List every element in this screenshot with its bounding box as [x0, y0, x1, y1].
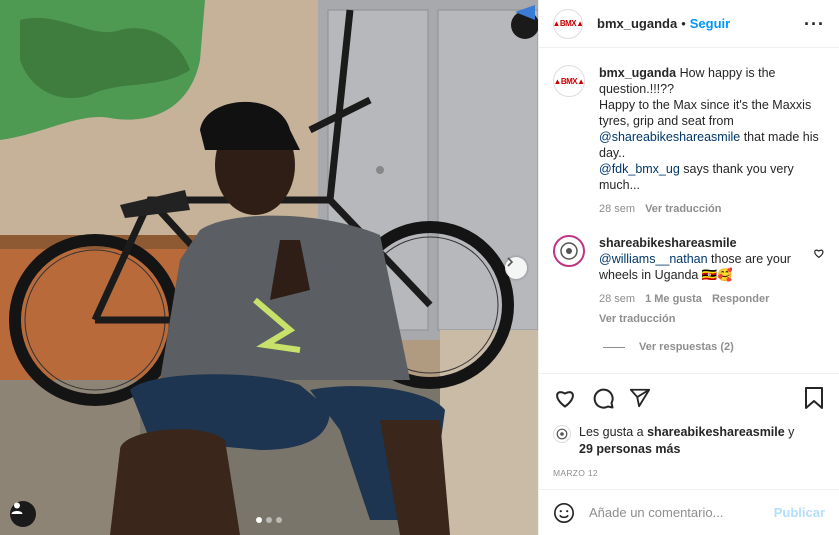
user-icon: [11, 502, 23, 514]
post-date[interactable]: MARZO 12: [553, 468, 825, 478]
heart-icon[interactable]: [553, 386, 577, 410]
carousel-next-button[interactable]: [505, 257, 527, 279]
caption: ▲BMX▲ bmx_uganda How happy is the questi…: [553, 65, 825, 217]
view-replies-button[interactable]: Ver respuestas (2): [603, 341, 825, 353]
carousel-dot: [256, 517, 262, 523]
comment-time: 28 sem: [599, 293, 636, 305]
commenter-username[interactable]: shareabikeshareasmile: [599, 236, 737, 250]
carousel-dot: [266, 517, 272, 523]
like-comment-heart-icon[interactable]: [813, 247, 825, 259]
bmx-logo: ▲BMX▲: [553, 76, 585, 86]
caption-meta: 28 sem Ver traducción: [599, 201, 819, 217]
author-username[interactable]: bmx_uganda: [597, 16, 677, 31]
caption-username[interactable]: bmx_uganda: [599, 66, 676, 80]
caption-avatar[interactable]: ▲BMX▲: [553, 65, 585, 97]
likes-prefix: Les gusta a: [579, 425, 648, 439]
chevron-right-icon: [507, 257, 514, 267]
follow-button[interactable]: Seguir: [690, 16, 730, 31]
liker-logo-icon: [556, 428, 568, 440]
photo-illustration: [0, 0, 538, 535]
reply-button[interactable]: Responder: [712, 291, 769, 307]
publish-button[interactable]: Publicar: [774, 505, 825, 520]
comment-icon[interactable]: [591, 386, 615, 410]
others-likes-link[interactable]: 29 personas más: [579, 442, 680, 456]
comment-text: shareabikeshareasmile @williams__nathan …: [599, 235, 813, 327]
likes-summary: Les gusta a shareabikeshareasmile y 29 p…: [553, 424, 825, 458]
comment-likes-link[interactable]: 1 Me gusta: [645, 291, 702, 307]
mention-link[interactable]: @williams__nathan: [599, 252, 708, 266]
action-icons: [553, 386, 825, 410]
post-photo[interactable]: [0, 0, 538, 535]
post-header: ▲BMX▲ bmx_uganda • Seguir ···: [539, 0, 839, 48]
likes-text: Les gusta a shareabikeshareasmile y 29 p…: [579, 424, 794, 458]
author-avatar[interactable]: ▲BMX▲: [553, 8, 583, 39]
commenter-avatar[interactable]: [553, 235, 585, 267]
liker-username[interactable]: shareabikeshareasmile: [647, 425, 785, 439]
comment-input[interactable]: Añade un comentario...: [589, 505, 774, 520]
comment-meta-2: Ver traducción: [599, 311, 813, 327]
post-actions: Les gusta a shareabikeshareasmile y 29 p…: [539, 373, 839, 478]
liker-avatar[interactable]: [553, 425, 571, 443]
likes-mid: y: [784, 425, 795, 439]
share-icon[interactable]: [629, 387, 651, 409]
replies-divider: [603, 346, 625, 348]
tagged-users-button[interactable]: [10, 501, 36, 527]
more-options-icon[interactable]: ···: [804, 15, 825, 33]
mention-link[interactable]: @shareabikeshareasmile: [599, 130, 740, 144]
separator-bullet: •: [681, 16, 686, 31]
commenter-logo-icon: [560, 242, 578, 260]
caption-line: Happy to the Max since it's the Maxxis t…: [599, 98, 812, 128]
emoji-icon[interactable]: [553, 502, 575, 524]
caption-time: 28 sem: [599, 203, 636, 215]
bmx-logo: ▲BMX▲: [553, 19, 583, 28]
post-details-pane: ▲BMX▲ bmx_uganda • Seguir ··· ▲BMX▲ bmx_…: [538, 0, 839, 535]
caption-text: bmx_uganda How happy is the question.!!!…: [599, 65, 819, 217]
comment-meta: 28 sem 1 Me gusta Responder: [599, 291, 813, 307]
comments-section: ▲BMX▲ bmx_uganda How happy is the questi…: [539, 49, 839, 373]
carousel-dot: [276, 517, 282, 523]
bookmark-icon[interactable]: [803, 386, 825, 410]
mention-link[interactable]: @fdk_bmx_ug: [599, 162, 680, 176]
view-replies-label: Ver respuestas (2): [639, 341, 734, 353]
translate-button[interactable]: Ver traducción: [645, 201, 721, 217]
carousel-indicator: [256, 517, 282, 523]
comment-item: shareabikeshareasmile @williams__nathan …: [553, 235, 825, 327]
add-comment-bar: Añade un comentario... Publicar: [539, 489, 839, 535]
translate-button[interactable]: Ver traducción: [599, 311, 675, 327]
